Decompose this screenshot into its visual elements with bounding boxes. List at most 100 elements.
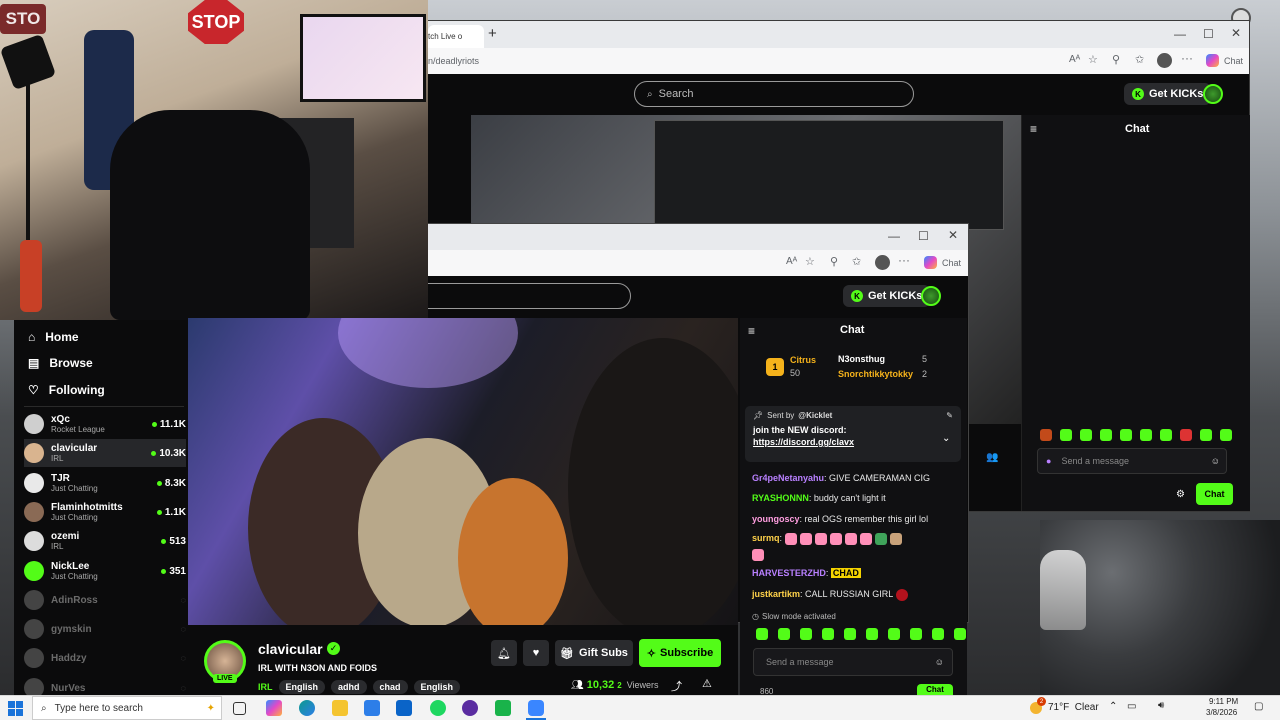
store-icon[interactable] [364,700,380,716]
chat-message[interactable]: youngoscy: real OGS remember this girl l… [752,513,957,525]
mail-icon[interactable] [396,700,412,716]
copilot-chat-label[interactable]: Chat [942,258,961,268]
tag-pill[interactable]: English [413,680,461,694]
url-bar[interactable]: n/deadlyriots Aᴬ ☆ ⚲ ✩ ··· Chat [428,48,1249,74]
minimize-icon[interactable]: — [888,229,900,243]
weather-text[interactable]: 71°F Clear [1048,702,1099,713]
expand-chevron-icon[interactable]: ⌄ [942,433,950,444]
notifications-icon[interactable]: ▢ [1254,701,1263,712]
chat-username[interactable]: Gr4peNetanyahu [752,473,824,483]
obs-icon[interactable] [462,700,478,716]
chat-send-button[interactable]: Chat [1196,483,1233,505]
mic-icon[interactable]: ● [1046,456,1051,466]
pinned-link[interactable]: https://discord.gg/clavx [753,437,953,447]
nav-following[interactable]: ♡ Following [28,379,178,401]
favorite-star-icon[interactable]: ☆ [1088,53,1098,66]
url-bar[interactable]: Aᴬ ☆ ⚲ ✩ ··· Chat [428,250,968,276]
minimize-icon[interactable]: — [1174,27,1186,41]
file-explorer-icon[interactable] [332,700,348,716]
emoji-icon[interactable]: ☺ [1211,456,1220,466]
more-menu-icon[interactable]: ··· [1181,51,1193,65]
sidebar-channel[interactable]: NickLee Just Chatting 351 [24,557,186,585]
chat-username[interactable]: youngoscy [752,514,800,524]
chat-message[interactable]: Gr4peNetanyahu: GIVE CAMERAMAN CIG [752,472,957,484]
chat-username[interactable]: HARVESTERZHD [752,568,826,578]
share-icon[interactable]: ⤴ [671,678,682,694]
stream-video[interactable] [188,318,738,625]
sidebar-channel[interactable]: AdinRoss ◌ [24,586,186,614]
tag-pill[interactable]: English [278,680,326,694]
emoji-icon[interactable]: ☺ [935,657,944,667]
sidebar-channel[interactable]: Haddzy ◌ [24,644,186,672]
chat-username[interactable]: justkartikm [752,589,800,599]
copilot-icon[interactable] [1206,54,1219,67]
close-icon[interactable]: ✕ [1231,26,1241,40]
volume-icon[interactable]: 🔊︎ [1158,700,1164,711]
users-icon[interactable]: 👥 [986,452,998,463]
search-input[interactable] [408,283,631,309]
unpin-icon[interactable]: ✎ [946,411,953,420]
profile-avatar[interactable] [875,255,890,270]
get-kicks-button[interactable]: K Get KICKs [1124,83,1212,105]
start-button[interactable] [8,701,23,716]
streamer-name[interactable]: clavicular [258,641,323,657]
tag-pill[interactable]: adhd [331,680,367,694]
chat-message[interactable]: surmq: [752,532,957,561]
report-icon[interactable]: ⚠ [702,677,712,690]
favorites-icon[interactable]: ✩ [852,255,861,268]
clock-time[interactable]: 9:11 PM [1209,697,1238,706]
app-icon[interactable] [495,700,511,716]
search-input[interactable]: ⌕ Search [634,81,914,107]
collapse-chat-icon[interactable]: ≡ [748,324,755,338]
copilot-icon[interactable] [924,256,937,269]
tray-chevron-icon[interactable]: ⌃ [1109,701,1117,712]
read-aloud-icon[interactable]: Aᴬ [786,256,797,267]
copilot-chat-label[interactable]: Chat [1224,56,1243,66]
chat-username[interactable]: surmq [752,533,780,543]
taskbar-search-input[interactable]: ⌕ Type here to search ✦ [32,696,222,720]
category-link[interactable]: IRL [258,682,273,692]
maximize-icon[interactable]: ☐ [1203,27,1214,41]
follow-heart-icon[interactable]: ♥ [523,640,549,666]
maximize-icon[interactable]: ☐ [918,229,929,243]
sidebar-channel[interactable]: clavicular IRL 10.3K [24,439,186,467]
sidebar-channel[interactable]: xQc Rocket League 11.1K [24,410,186,438]
extensions-icon[interactable]: ⚲ [830,255,838,268]
favorite-star-icon[interactable]: ☆ [805,255,815,268]
chat-message[interactable]: RYASHONNN: buddy can't light it [752,492,957,504]
profile-avatar[interactable] [1157,53,1172,68]
collapse-chat-icon[interactable]: ≡ [1030,122,1037,136]
close-icon[interactable]: ✕ [948,228,958,242]
notifications-bell-icon[interactable]: 🔔︎ [491,640,517,666]
gift-subs-button[interactable]: 🎁︎ Gift Subs [555,640,633,666]
pinned-message[interactable]: 📌︎ Sent by @Kicklet ✎ join the NEW disco… [745,406,961,462]
browser-tab[interactable]: tch Live o [428,25,484,48]
read-aloud-icon[interactable]: Aᴬ [1069,54,1080,65]
network-icon[interactable]: ▭ [1127,701,1136,712]
chat-input[interactable]: ● Send a message ☺ [1037,448,1227,474]
chat-settings-icon[interactable]: ⚙ [1176,489,1185,500]
new-tab-button[interactable]: + [488,25,497,42]
sidebar-channel[interactable]: TJR Just Chatting 8.3K [24,469,186,497]
nav-home[interactable]: ⌂ Home [28,326,178,348]
user-avatar[interactable] [1203,84,1223,104]
user-avatar[interactable] [921,286,941,306]
tag-pill[interactable]: chad [372,680,408,694]
clock-date[interactable]: 3/8/2026 [1206,708,1237,717]
get-kicks-button[interactable]: K Get KICKs [843,285,931,307]
chat-send-button[interactable]: Chat [917,684,953,695]
chat-username[interactable]: RYASHONNN [752,493,809,503]
favorites-icon[interactable]: ✩ [1135,53,1144,66]
chat-message[interactable]: justkartikm: CALL RUSSIAN GIRL [752,588,957,601]
sidebar-channel[interactable]: gymskin ◌ [24,615,186,643]
active-app-icon[interactable] [528,700,544,716]
more-menu-icon[interactable]: ··· [898,253,910,267]
nav-browse[interactable]: ▤ Browse [28,352,178,374]
sidebar-channel[interactable]: Flaminhotmitts Just Chatting 1.1K [24,498,186,526]
spotify-icon[interactable] [430,700,446,716]
chat-message[interactable]: HARVESTERZHD: CHAD [752,567,957,579]
subscribe-button[interactable]: ✧ Subscribe [639,639,721,667]
extensions-icon[interactable]: ⚲ [1112,53,1120,66]
chat-input[interactable]: Send a message ☺ [753,648,953,676]
edge-icon[interactable] [299,700,315,716]
